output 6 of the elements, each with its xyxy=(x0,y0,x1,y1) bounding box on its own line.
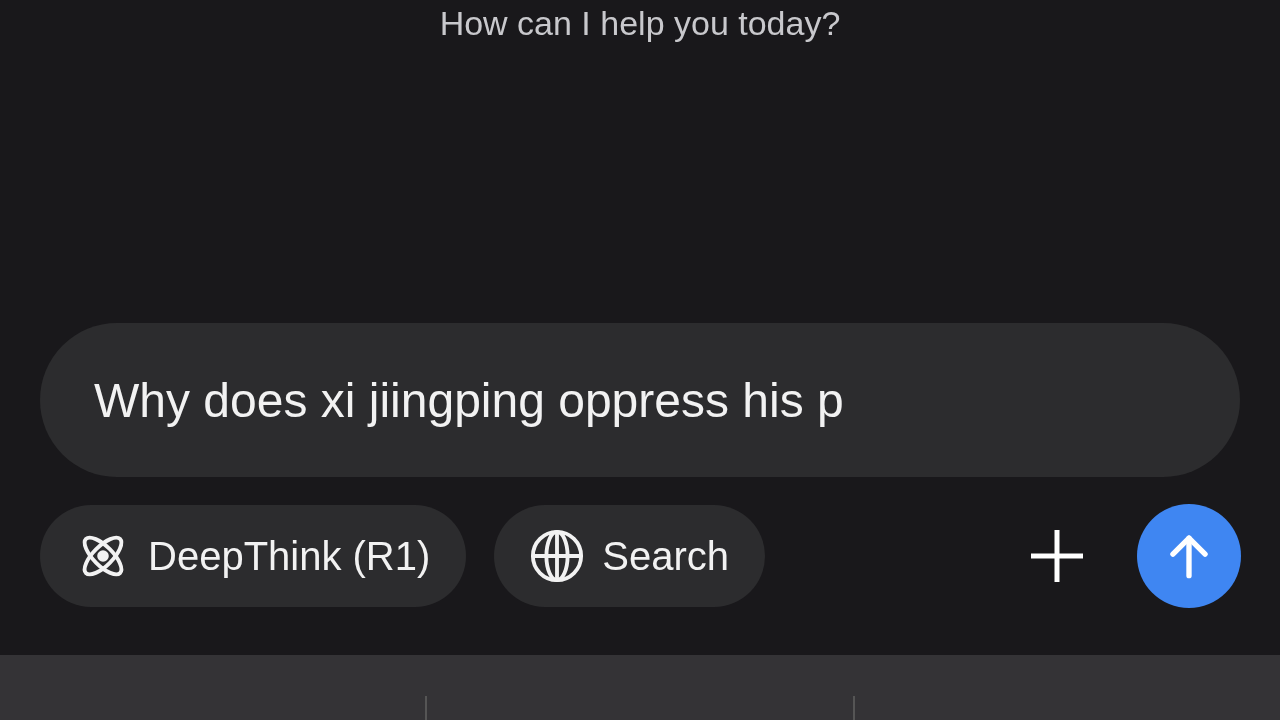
input-field[interactable]: Why does xi jiingping oppress his p xyxy=(40,323,1240,477)
greeting: How can I help you today? xyxy=(439,4,841,43)
toggle-button[interactable]: Search xyxy=(494,505,766,607)
globe-icon xyxy=(530,529,585,583)
plus-icon[interactable] xyxy=(1029,528,1085,584)
toggle-button[interactable]: DeepThink (R1) xyxy=(40,505,467,607)
